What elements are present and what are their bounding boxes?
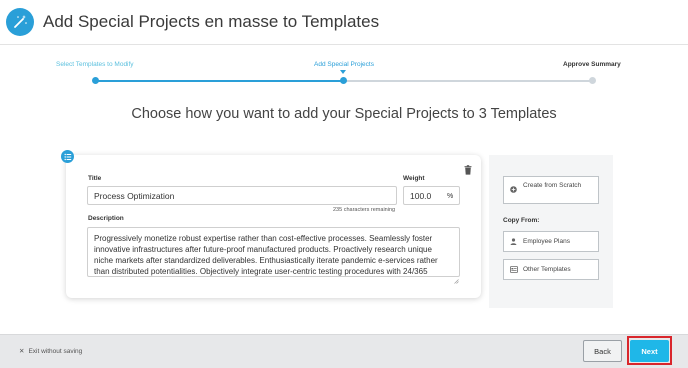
step-dot-1[interactable]	[92, 77, 99, 84]
next-button[interactable]: Next	[630, 340, 669, 362]
description-textarea[interactable]: Progressively monetize robust expertise …	[87, 227, 460, 277]
step-add-special-projects: Add Special Projects	[314, 61, 374, 68]
plus-circle-icon	[510, 186, 517, 195]
step-dot-3	[589, 77, 596, 84]
wizard-stepper: Select Templates to Modify Add Special P…	[0, 55, 688, 95]
employee-plans-button[interactable]: Employee Plans	[503, 231, 599, 252]
weight-label: Weight	[403, 175, 425, 182]
trash-icon[interactable]	[464, 162, 472, 175]
section-heading: Choose how you want to add your Special …	[131, 106, 557, 122]
step-select-templates[interactable]: Select Templates to Modify	[56, 61, 134, 68]
page-title: Add Special Projects en masse to Templat…	[43, 12, 380, 31]
person-icon	[510, 238, 517, 247]
create-from-scratch-label: Create from Scratch	[523, 182, 582, 189]
list-icon	[61, 150, 74, 163]
resize-handle-icon[interactable]	[454, 271, 459, 284]
title-label: Title	[88, 175, 102, 182]
employee-plans-label: Employee Plans	[523, 238, 570, 245]
title-input[interactable]: Process Optimization	[87, 186, 397, 205]
characters-remaining: 235 characters remaining	[333, 207, 396, 213]
create-from-scratch-button[interactable]: Create from Scratch	[503, 176, 599, 204]
step-approve-summary: Approve Summary	[563, 61, 621, 68]
other-templates-button[interactable]: Other Templates	[503, 259, 599, 280]
template-icon	[510, 266, 518, 275]
magic-wand-icon	[6, 8, 34, 36]
exit-without-saving-link[interactable]: ✕ Exit without saving	[19, 347, 82, 355]
close-icon: ✕	[19, 348, 25, 355]
step-dot-2	[340, 77, 347, 84]
exit-label: Exit without saving	[28, 348, 83, 355]
page-header: Add Special Projects en masse to Templat…	[0, 0, 688, 45]
active-step-indicator	[340, 70, 346, 74]
weight-unit: %	[447, 193, 454, 200]
description-label: Description	[88, 215, 124, 222]
stepper-progress	[95, 80, 344, 82]
other-templates-label: Other Templates	[523, 266, 571, 273]
back-button[interactable]: Back	[583, 340, 622, 362]
copy-from-label: Copy From:	[503, 217, 540, 224]
